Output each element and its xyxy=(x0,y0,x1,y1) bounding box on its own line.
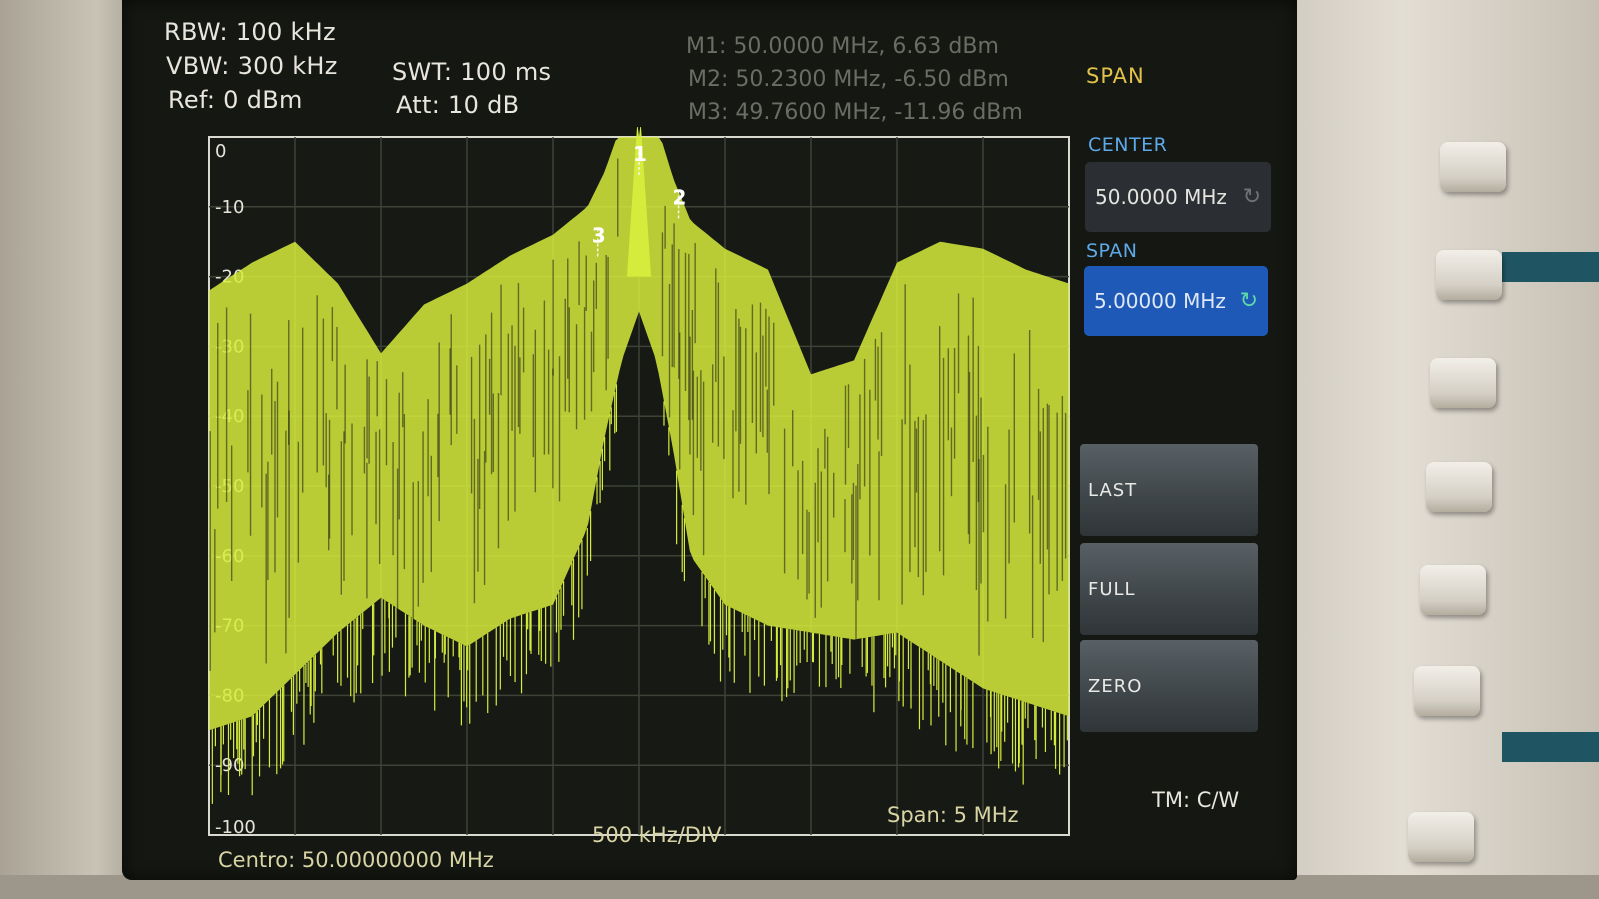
marker-3-readout: M3: 49.7600 MHz, -11.96 dBm xyxy=(688,100,1023,125)
menu-title: SPAN xyxy=(1086,64,1145,88)
center-frequency-value: 50.0000 MHz xyxy=(1095,185,1227,209)
rbw-readout: RBW: 100 kHz xyxy=(164,18,336,46)
analyzer-screen: RBW: 100 kHz VBW: 300 kHz Ref: 0 dBm SWT… xyxy=(122,0,1297,880)
div-scale-label: 500 kHz/DIV xyxy=(592,823,722,847)
center-frequency-label: Centro: 50.00000000 MHz xyxy=(218,848,494,872)
y-tick-label: -10 xyxy=(215,197,244,218)
y-tick-label: -100 xyxy=(215,817,256,838)
center-frequency-field[interactable]: 50.0000 MHz ↻ xyxy=(1085,162,1271,232)
hardware-softkey-5[interactable] xyxy=(1420,565,1486,615)
span-value-field[interactable]: 5.00000 MHz ↻ xyxy=(1084,266,1268,336)
hardware-softkey-1[interactable] xyxy=(1440,142,1506,192)
hardware-menu-off-key[interactable] xyxy=(1408,812,1474,862)
full-span-label: FULL xyxy=(1088,578,1136,600)
spectrum-plot: 0-10-20-30-40-50-60-70-80-90-100123 xyxy=(169,127,1074,847)
hardware-softkey-4[interactable] xyxy=(1426,462,1492,512)
hardware-softkey-6[interactable] xyxy=(1414,666,1480,716)
zero-span-button[interactable]: ZERO xyxy=(1080,640,1258,732)
rotary-knob-icon: ↻ xyxy=(1242,184,1261,210)
span-softkey-label: SPAN xyxy=(1086,240,1138,262)
sweep-time-readout: SWT: 100 ms xyxy=(392,58,552,86)
marker-1-readout: M1: 50.0000 MHz, 6.63 dBm xyxy=(686,34,999,59)
panel-accent-strip xyxy=(1502,732,1599,762)
instrument-bezel-right xyxy=(1270,0,1599,899)
spectrum-svg: 0-10-20-30-40-50-60-70-80-90-100123 xyxy=(208,127,1070,838)
panel-accent-strip xyxy=(1502,252,1599,282)
marker-2-readout: M2: 50.2300 MHz, -6.50 dBm xyxy=(688,67,1009,92)
zero-span-label: ZERO xyxy=(1088,675,1143,697)
marker-1-label: 1 xyxy=(633,142,647,166)
trigger-mode-label: TM: C/W xyxy=(1152,788,1240,812)
ref-level-readout: Ref: 0 dBm xyxy=(168,86,303,114)
marker-3-label: 3 xyxy=(592,223,606,247)
rotary-knob-icon: ↻ xyxy=(1239,288,1258,314)
attenuation-readout: Att: 10 dB xyxy=(396,91,520,119)
last-span-label: LAST xyxy=(1088,479,1138,501)
hardware-softkey-3[interactable] xyxy=(1430,358,1496,408)
hardware-softkey-2[interactable] xyxy=(1436,250,1502,300)
vbw-readout: VBW: 300 kHz xyxy=(166,52,338,80)
marker-2-label: 2 xyxy=(673,185,687,209)
y-tick-label: 0 xyxy=(215,141,226,162)
span-value: 5.00000 MHz xyxy=(1094,289,1226,313)
center-softkey-label: CENTER xyxy=(1088,134,1168,156)
span-label: Span: 5 MHz xyxy=(887,803,1019,827)
last-span-button[interactable]: LAST xyxy=(1080,444,1258,536)
full-span-button[interactable]: FULL xyxy=(1080,543,1258,635)
